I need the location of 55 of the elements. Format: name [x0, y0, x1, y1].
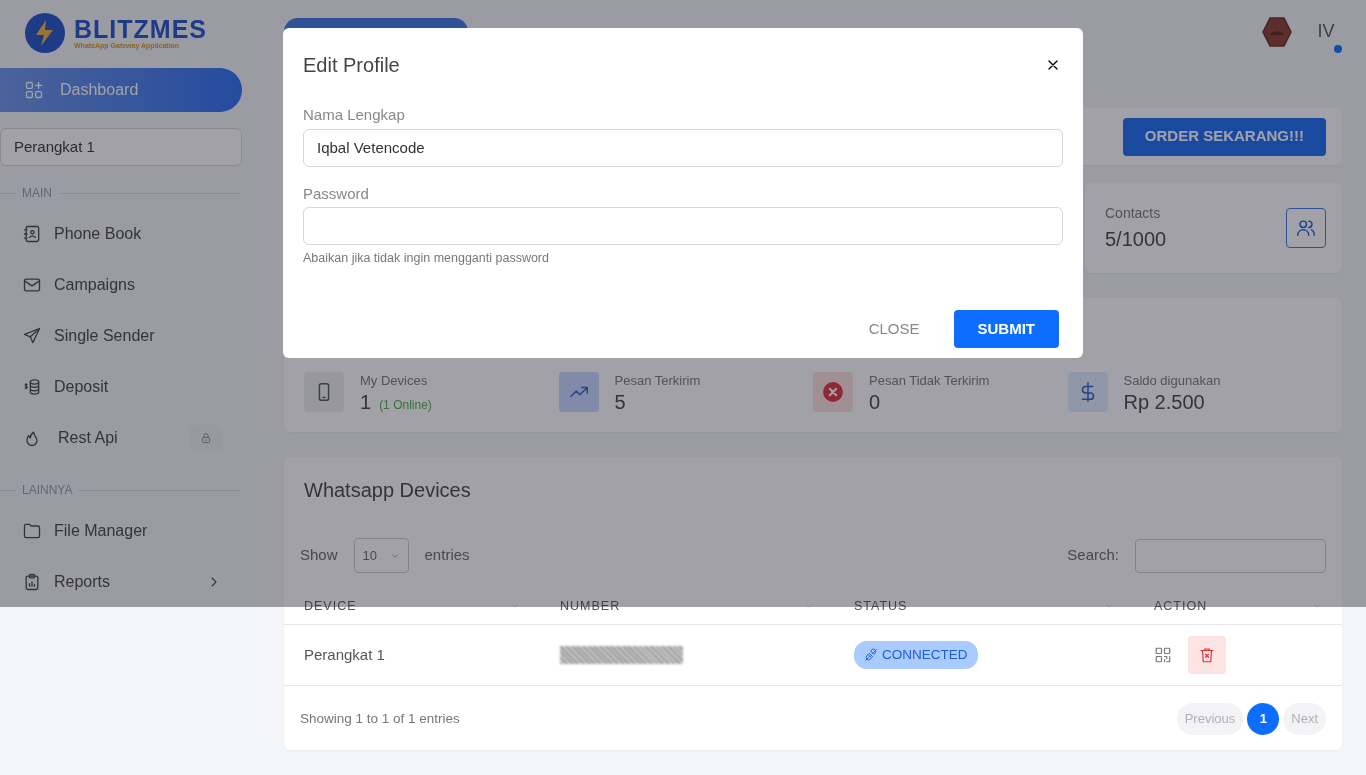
delete-button[interactable]	[1188, 635, 1226, 674]
submit-button[interactable]: SUBMIT	[953, 309, 1059, 348]
stat-label: My Devices	[360, 371, 429, 390]
sidebar-nav-item[interactable]: Phone Book	[0, 208, 270, 259]
trash-icon	[1198, 645, 1216, 664]
stat-label: Contacts	[1105, 203, 1162, 223]
show-label: Show	[300, 545, 338, 566]
plug-icon	[864, 647, 878, 662]
sidebar-nav-item[interactable]: Rest Api	[0, 412, 270, 463]
dialog-title: Edit Profile	[303, 53, 400, 78]
online-count: (1 Online)	[379, 397, 432, 414]
field-label: Password	[303, 183, 370, 204]
search-label: Search:	[1067, 545, 1119, 566]
sidebar-nav-item[interactable]: Single Sender	[0, 310, 270, 361]
users-icon	[1295, 217, 1317, 239]
close-button[interactable]: CLOSE	[850, 317, 938, 340]
stat-value: 1	[360, 390, 372, 414]
lock-icon	[199, 430, 213, 445]
status-badge: CONNECTED	[854, 640, 978, 669]
sidebar-nav-item[interactable]: Campaigns	[0, 259, 270, 310]
stat-value: Rp 2.500	[1123, 390, 1205, 414]
name-field[interactable]: Iqbal Vetencode	[303, 128, 1063, 167]
stat-label: Pesan Tidak Terkirim	[869, 371, 990, 390]
table-info: Showing 1 to 1 of 1 entries	[300, 709, 460, 728]
page-number-button[interactable]: 1	[1247, 702, 1280, 735]
contact-book-icon	[22, 223, 42, 244]
brand-name: BLITZMES	[74, 17, 207, 42]
dashboard-nav-item[interactable]: Dashboard	[0, 68, 242, 112]
device-select[interactable]: Perangkat 1	[0, 128, 242, 166]
stat-value: 5	[614, 390, 626, 414]
sidebar-nav-item[interactable]: Deposit	[0, 361, 270, 412]
search-field[interactable]	[1135, 538, 1326, 573]
qr-code-icon[interactable]	[1154, 645, 1172, 664]
contacts-button[interactable]	[1286, 208, 1326, 248]
page-length-select[interactable]: 10	[353, 538, 409, 573]
device-name: Perangkat 1	[284, 624, 540, 686]
field-label: Nama Lengkap	[303, 105, 406, 125]
logo-icon	[24, 12, 66, 54]
user-initials[interactable]: IV	[1310, 18, 1342, 45]
order-button[interactable]: ORDER SEKARANG!!!	[1122, 117, 1326, 156]
error-icon	[822, 381, 844, 404]
stat-value: 5/1000	[1105, 226, 1168, 252]
avatar-icon	[1260, 15, 1294, 49]
stat-value: 0	[869, 390, 881, 414]
stat-label: Pesan Terkirim	[614, 371, 701, 390]
paper-plane-icon	[22, 325, 42, 346]
coins-icon	[22, 376, 42, 397]
password-field[interactable]	[303, 207, 1063, 245]
grid-icon	[24, 80, 44, 100]
help-text: Abaikan jika tidak ingin mengganti password	[303, 250, 550, 267]
card-title: Whatsapp Devices	[303, 478, 472, 503]
sidebar-nav-item[interactable]: File Manager	[0, 505, 270, 556]
sidebar-nav-item[interactable]: Reports	[0, 556, 270, 607]
entries-label: entries	[424, 545, 470, 566]
stat-label: Saldo digunakan	[1123, 371, 1221, 390]
